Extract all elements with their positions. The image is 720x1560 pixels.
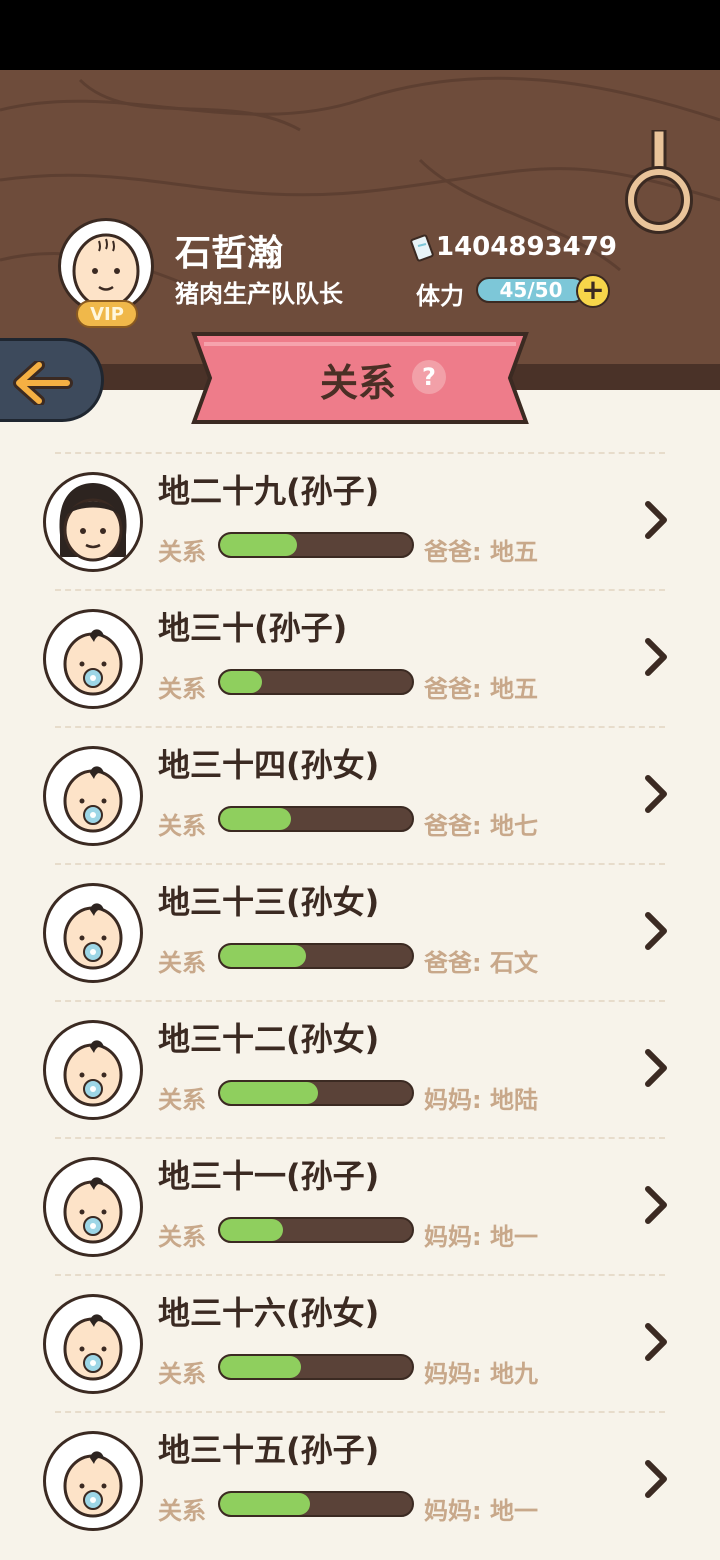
player-name: 石哲瀚	[175, 233, 284, 274]
relative-name: 地三十二(孙女)	[158, 1020, 380, 1058]
relation-bar	[218, 1491, 414, 1517]
relation-bar-fill	[220, 1219, 284, 1241]
chevron-right-icon[interactable]	[640, 909, 670, 953]
relation-label: 关系	[158, 812, 206, 840]
relationship-row[interactable]: 地三十三(孙女) 关系 爸爸: 石文	[0, 863, 720, 1000]
relation-label: 关系	[158, 675, 206, 703]
back-arrow-icon	[13, 361, 73, 405]
row-divider	[55, 863, 665, 865]
chevron-right-icon[interactable]	[640, 772, 670, 816]
row-divider	[55, 1411, 665, 1413]
parent-label: 爸爸: 石文	[424, 949, 538, 977]
vip-badge: VIP	[76, 300, 138, 328]
chevron-right-icon[interactable]	[640, 1320, 670, 1364]
page-title: 关系	[320, 361, 397, 405]
relation-bar	[218, 1354, 414, 1380]
relative-name: 地三十(孙子)	[158, 609, 348, 647]
ticket-icon	[410, 234, 434, 262]
relation-bar	[218, 669, 414, 695]
relative-avatar	[43, 1157, 143, 1257]
relation-bar-fill	[220, 1356, 301, 1378]
relation-label: 关系	[158, 949, 206, 977]
relation-bar-fill	[220, 945, 307, 967]
parent-label: 妈妈: 地陆	[424, 1086, 538, 1114]
row-divider	[55, 589, 665, 591]
parent-label: 妈妈: 地一	[424, 1223, 538, 1251]
relationship-row[interactable]: 地三十二(孙女) 关系 妈妈: 地陆	[0, 1000, 720, 1137]
relationship-row[interactable]: 地三十一(孙子) 关系 妈妈: 地一	[0, 1137, 720, 1274]
relative-avatar	[43, 1020, 143, 1120]
relation-bar-fill	[220, 808, 292, 830]
relative-name: 地三十三(孙女)	[158, 883, 380, 921]
row-divider	[55, 1274, 665, 1276]
parent-label: 爸爸: 地五	[424, 675, 538, 703]
relative-name: 地三十四(孙女)	[158, 746, 380, 784]
relation-bar	[218, 1080, 414, 1106]
row-divider	[55, 1000, 665, 1002]
relation-label: 关系	[158, 1360, 206, 1388]
relative-avatar	[43, 883, 143, 983]
help-icon[interactable]: ?	[412, 360, 446, 394]
relationship-row[interactable]: 地三十(孙子) 关系 爸爸: 地五	[0, 589, 720, 726]
chevron-right-icon[interactable]	[640, 498, 670, 542]
relation-label: 关系	[158, 538, 206, 566]
relation-bar-fill	[220, 671, 263, 693]
relation-label: 关系	[158, 1086, 206, 1114]
stamina-label: 体力	[416, 282, 464, 310]
relation-bar	[218, 1217, 414, 1243]
status-bar	[0, 0, 720, 70]
relative-name: 地三十一(孙子)	[158, 1157, 380, 1195]
row-divider	[55, 452, 665, 454]
relative-avatar	[43, 1294, 143, 1394]
relative-name: 地二十九(孙子)	[158, 472, 380, 510]
stamina-bar: 45/50	[476, 277, 586, 303]
relation-bar-fill	[220, 1493, 311, 1515]
chevron-right-icon[interactable]	[640, 1046, 670, 1090]
relative-name: 地三十六(孙女)	[158, 1294, 380, 1332]
relation-bar	[218, 943, 414, 969]
row-divider	[55, 726, 665, 728]
relation-bar	[218, 532, 414, 558]
relationship-row[interactable]: 地三十四(孙女) 关系 爸爸: 地七	[0, 726, 720, 863]
parent-label: 妈妈: 地九	[424, 1360, 538, 1388]
player-title: 猪肉生产队队长	[175, 280, 343, 308]
relative-avatar	[43, 746, 143, 846]
relation-bar-fill	[220, 534, 297, 556]
relation-bar-fill	[220, 1082, 318, 1104]
parent-label: 妈妈: 地一	[424, 1497, 538, 1525]
relative-avatar	[43, 609, 143, 709]
relationship-row[interactable]: 地三十六(孙女) 关系 妈妈: 地九	[0, 1274, 720, 1411]
back-button[interactable]	[0, 338, 104, 422]
coin-count: 1404893479	[436, 232, 617, 262]
chevron-right-icon[interactable]	[640, 635, 670, 679]
relation-label: 关系	[158, 1497, 206, 1525]
parent-label: 爸爸: 地七	[424, 812, 538, 840]
parent-label: 爸爸: 地五	[424, 538, 538, 566]
relationship-row[interactable]: 地三十五(孙子) 关系 妈妈: 地一	[0, 1411, 720, 1548]
chevron-right-icon[interactable]	[640, 1183, 670, 1227]
relative-avatar	[43, 1431, 143, 1531]
hook-icon	[625, 130, 693, 234]
row-divider	[55, 1137, 665, 1139]
relation-label: 关系	[158, 1223, 206, 1251]
chevron-right-icon[interactable]	[640, 1457, 670, 1501]
relative-avatar	[43, 472, 143, 572]
relationship-row[interactable]: 地二十九(孙子) 关系 爸爸: 地五	[0, 452, 720, 589]
relative-name: 地三十五(孙子)	[158, 1431, 380, 1469]
relation-bar	[218, 806, 414, 832]
add-stamina-button[interactable]: +	[576, 274, 610, 308]
